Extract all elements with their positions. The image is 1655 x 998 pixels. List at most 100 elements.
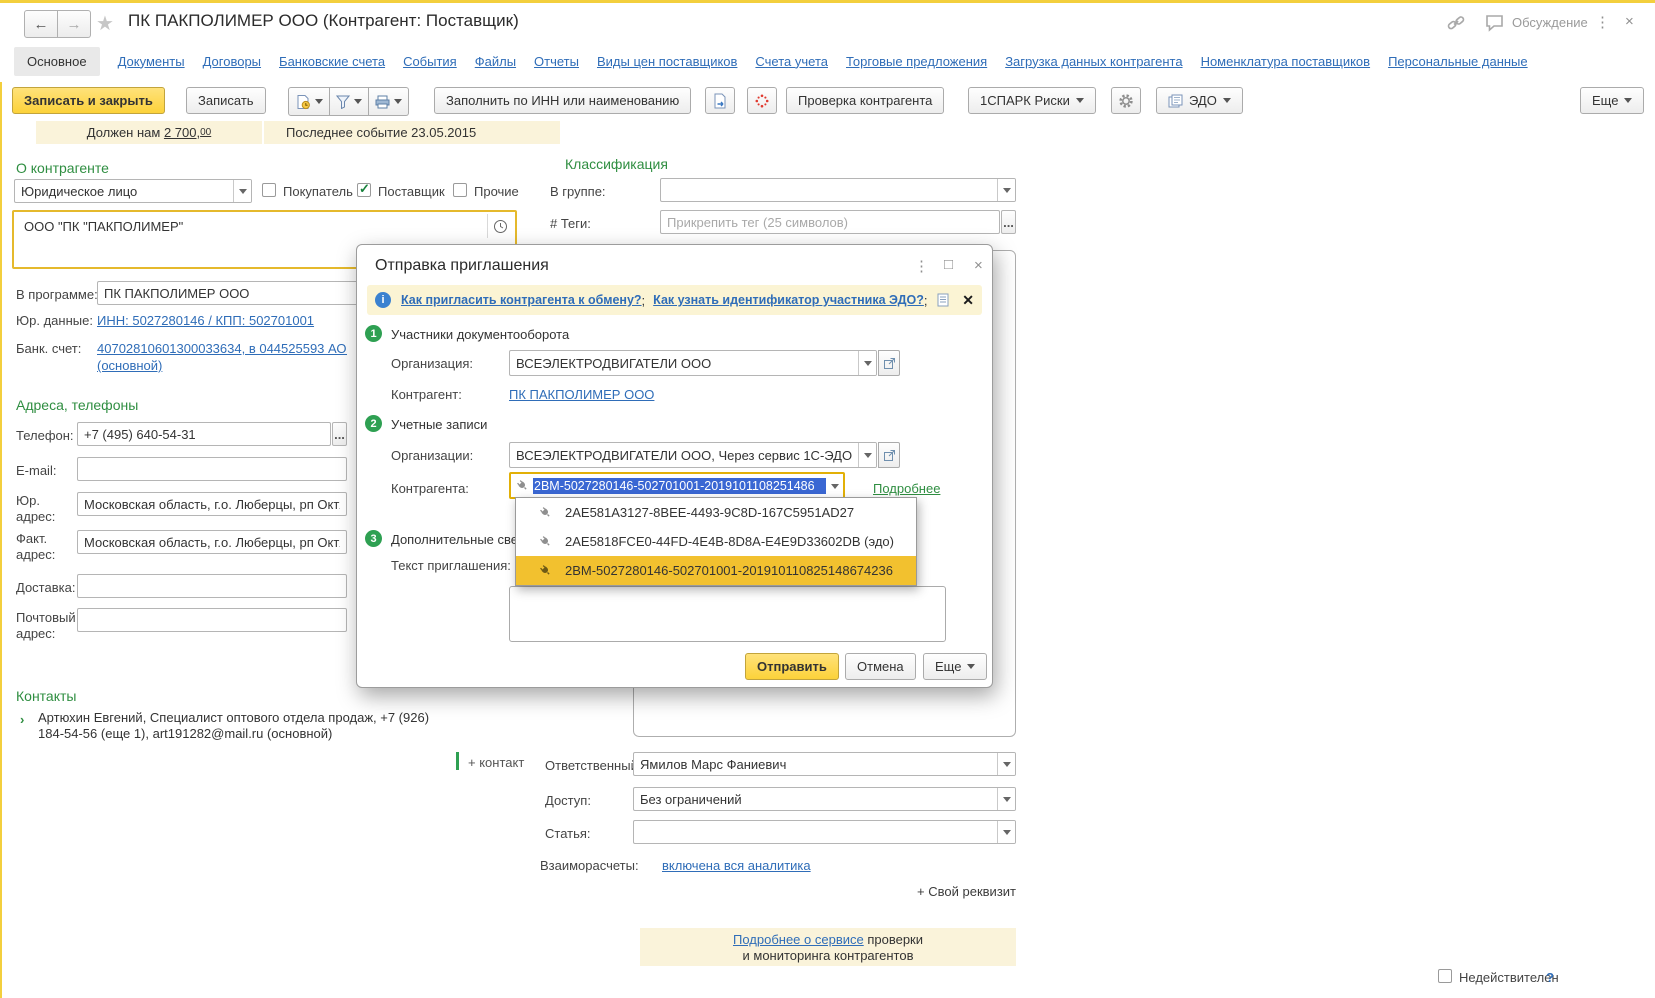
step3-number-badge: 3 bbox=[365, 530, 382, 547]
spark-risks-icon[interactable] bbox=[747, 87, 777, 114]
email-field[interactable] bbox=[77, 457, 347, 481]
bank-account-link[interactable]: 40702810601300033634, в 044525593 АО " bbox=[97, 341, 347, 356]
create-based-on-icon[interactable] bbox=[288, 87, 330, 116]
counterparty-account-combo[interactable]: 2BM-5027280146-502701001-201910110825148… bbox=[509, 472, 845, 499]
chevron-down-icon[interactable] bbox=[997, 788, 1015, 810]
window-close-icon[interactable]: × bbox=[1625, 13, 1634, 30]
how-to-invite-link[interactable]: Как пригласить контрагента к обмену? bbox=[401, 293, 642, 307]
dialog-maximize-icon[interactable]: □ bbox=[944, 256, 953, 273]
chevron-down-icon[interactable] bbox=[233, 180, 251, 202]
fact-address-field[interactable]: Московская область, г.о. Люберцы, рп Окт… bbox=[77, 530, 347, 554]
back-arrow-button[interactable]: ← bbox=[24, 10, 58, 38]
edo-button[interactable]: ЭДО bbox=[1156, 87, 1243, 114]
tab-bankovskie-scheta[interactable]: Банковские счета bbox=[279, 54, 385, 69]
add-contact-button[interactable]: + контакт bbox=[468, 755, 524, 770]
bank-account-main-link[interactable]: (основной) bbox=[97, 358, 162, 373]
window-accent-left bbox=[0, 82, 2, 998]
dialog-more-button[interactable]: Еще bbox=[923, 653, 987, 680]
load-contractor-data-icon[interactable] bbox=[705, 87, 735, 114]
debt-kopecks[interactable]: 00 bbox=[200, 127, 211, 138]
discussion-label[interactable]: Обсуждение bbox=[1512, 15, 1588, 30]
add-contact-marker bbox=[456, 752, 459, 770]
group-select[interactable] bbox=[660, 178, 1016, 202]
invalid-checkbox[interactable] bbox=[1438, 969, 1452, 983]
tab-dogovory[interactable]: Договоры bbox=[203, 54, 261, 69]
tab-torgovye-predlozheniya[interactable]: Торговые предложения bbox=[846, 54, 987, 69]
chevron-down-icon[interactable] bbox=[858, 351, 876, 375]
fill-by-inn-button[interactable]: Заполнить по ИНН или наименованию bbox=[434, 87, 691, 114]
link-icon[interactable] bbox=[1446, 13, 1466, 33]
settlements-link[interactable]: включена вся аналитика bbox=[662, 858, 811, 873]
save-and-close-button[interactable]: Записать и закрыть bbox=[12, 87, 165, 114]
chevron-down-icon[interactable] bbox=[858, 443, 876, 467]
chevron-down-icon[interactable] bbox=[997, 179, 1015, 201]
entity-type-select[interactable]: Юридическое лицо bbox=[14, 179, 252, 203]
cancel-button[interactable]: Отмена bbox=[845, 653, 916, 680]
tab-osnovnoe[interactable]: Основное bbox=[14, 47, 100, 76]
tab-dokumenty[interactable]: Документы bbox=[118, 54, 185, 69]
organizations-account-select[interactable]: ВСЕЭЛЕКТРОДВИГАТЕЛИ ООО, Через сервис 1С… bbox=[509, 442, 877, 468]
buyer-checkbox[interactable] bbox=[262, 183, 276, 197]
expand-chevron-icon[interactable]: › bbox=[20, 712, 24, 727]
tab-sobytiya[interactable]: События bbox=[403, 54, 457, 69]
account-option[interactable]: 2AE5818FCE0-44FD-4E4B-8D8A-E4E9D33602DB … bbox=[516, 527, 916, 556]
history-clock-icon[interactable] bbox=[487, 214, 513, 238]
legal-address-value: Московская область, г.о. Люберцы, рп Окт… bbox=[84, 497, 340, 512]
organization-open-icon[interactable] bbox=[878, 350, 900, 376]
tab-vidy-cen[interactable]: Виды цен поставщиков bbox=[597, 54, 737, 69]
debt-amount-link[interactable]: 2 700, bbox=[164, 125, 200, 140]
other-checkbox[interactable] bbox=[453, 183, 467, 197]
hint-close-icon[interactable]: ✕ bbox=[962, 292, 974, 309]
service-details-link[interactable]: Подробнее о сервисе bbox=[733, 932, 864, 947]
hint-doc-icon[interactable] bbox=[936, 293, 950, 307]
access-select[interactable]: Без ограничений bbox=[633, 787, 1016, 811]
delivery-field[interactable] bbox=[77, 574, 347, 598]
chevron-down-icon[interactable] bbox=[997, 821, 1015, 843]
favorite-star-icon[interactable]: ★ bbox=[96, 11, 114, 36]
send-button[interactable]: Отправить bbox=[745, 653, 839, 680]
print-icon[interactable] bbox=[369, 87, 409, 116]
inn-kpp-link[interactable]: ИНН: 5027280146 / КПП: 502701001 bbox=[97, 313, 314, 328]
tags-field[interactable]: Прикрепить тег (25 символов) bbox=[660, 210, 1000, 234]
article-select[interactable] bbox=[633, 820, 1016, 844]
account-option[interactable]: 2AE581A3127-8BEE-4493-9C8D-167C5951AD27 bbox=[516, 498, 916, 527]
phone-field[interactable]: +7 (495) 640-54-31 bbox=[77, 422, 331, 446]
details-link[interactable]: Подробнее bbox=[873, 481, 940, 496]
filter-funnel-icon[interactable] bbox=[330, 87, 369, 116]
responsible-select[interactable]: Ямилов Марс Фаниевич bbox=[633, 752, 1016, 776]
tab-otchety[interactable]: Отчеты bbox=[534, 54, 579, 69]
window-menu-kebab-icon[interactable]: ⋮ bbox=[1595, 13, 1610, 31]
spark-risks-dropdown-button[interactable]: 1СПАРК Риски bbox=[968, 87, 1096, 114]
more-button[interactable]: Еще bbox=[1580, 87, 1644, 114]
settings-gear-icon[interactable] bbox=[1111, 87, 1141, 114]
tab-nomenklatura[interactable]: Номенклатура поставщиков bbox=[1201, 54, 1371, 69]
chevron-down-icon[interactable] bbox=[826, 474, 843, 497]
tab-zagruzka-dannyh[interactable]: Загрузка данных контрагента bbox=[1005, 54, 1182, 69]
chevron-down-icon[interactable] bbox=[997, 753, 1015, 775]
contact-list-item[interactable]: Артюхин Евгений, Специалист оптового отд… bbox=[38, 710, 429, 742]
dialog-close-icon[interactable]: × bbox=[974, 257, 983, 274]
dialog-menu-kebab-icon[interactable]: ⋮ bbox=[914, 257, 929, 275]
custom-attribute-button[interactable]: + Свой реквизит bbox=[716, 884, 1016, 899]
phone-more-button[interactable]: ... bbox=[332, 422, 347, 446]
check-contractor-button[interactable]: Проверка контрагента bbox=[786, 87, 944, 114]
counterparty-link[interactable]: ПК ПАКПОЛИМЕР ООО bbox=[509, 387, 654, 402]
invitation-textarea[interactable] bbox=[509, 586, 946, 642]
invitation-text-label: Текст приглашения: bbox=[391, 558, 511, 573]
tab-fajly[interactable]: Файлы bbox=[475, 54, 516, 69]
postal-address-field[interactable] bbox=[77, 608, 347, 632]
tab-personalnye-dannye[interactable]: Персональные данные bbox=[1388, 54, 1528, 69]
step1-title: Участники документооборота bbox=[391, 327, 569, 342]
legal-address-field[interactable]: Московская область, г.о. Люберцы, рп Окт… bbox=[77, 492, 347, 516]
tab-scheta-ucheta[interactable]: Счета учета bbox=[755, 54, 828, 69]
organization-select[interactable]: ВСЕЭЛЕКТРОДВИГАТЕЛИ ООО bbox=[509, 350, 877, 376]
save-button[interactable]: Записать bbox=[186, 87, 266, 114]
invalid-help-icon[interactable]: ? bbox=[1546, 970, 1554, 985]
organizations-account-open-icon[interactable] bbox=[878, 442, 900, 468]
forward-arrow-button[interactable]: → bbox=[58, 10, 91, 38]
discussion-bubble-icon[interactable] bbox=[1485, 14, 1505, 32]
how-to-find-id-link[interactable]: Как узнать идентификатор участника ЭДО? bbox=[653, 293, 924, 307]
supplier-checkbox[interactable] bbox=[357, 183, 371, 197]
tags-more-button[interactable]: ... bbox=[1001, 210, 1016, 234]
account-option-selected[interactable]: 2BM-5027280146-502701001-201910110825148… bbox=[516, 556, 916, 585]
